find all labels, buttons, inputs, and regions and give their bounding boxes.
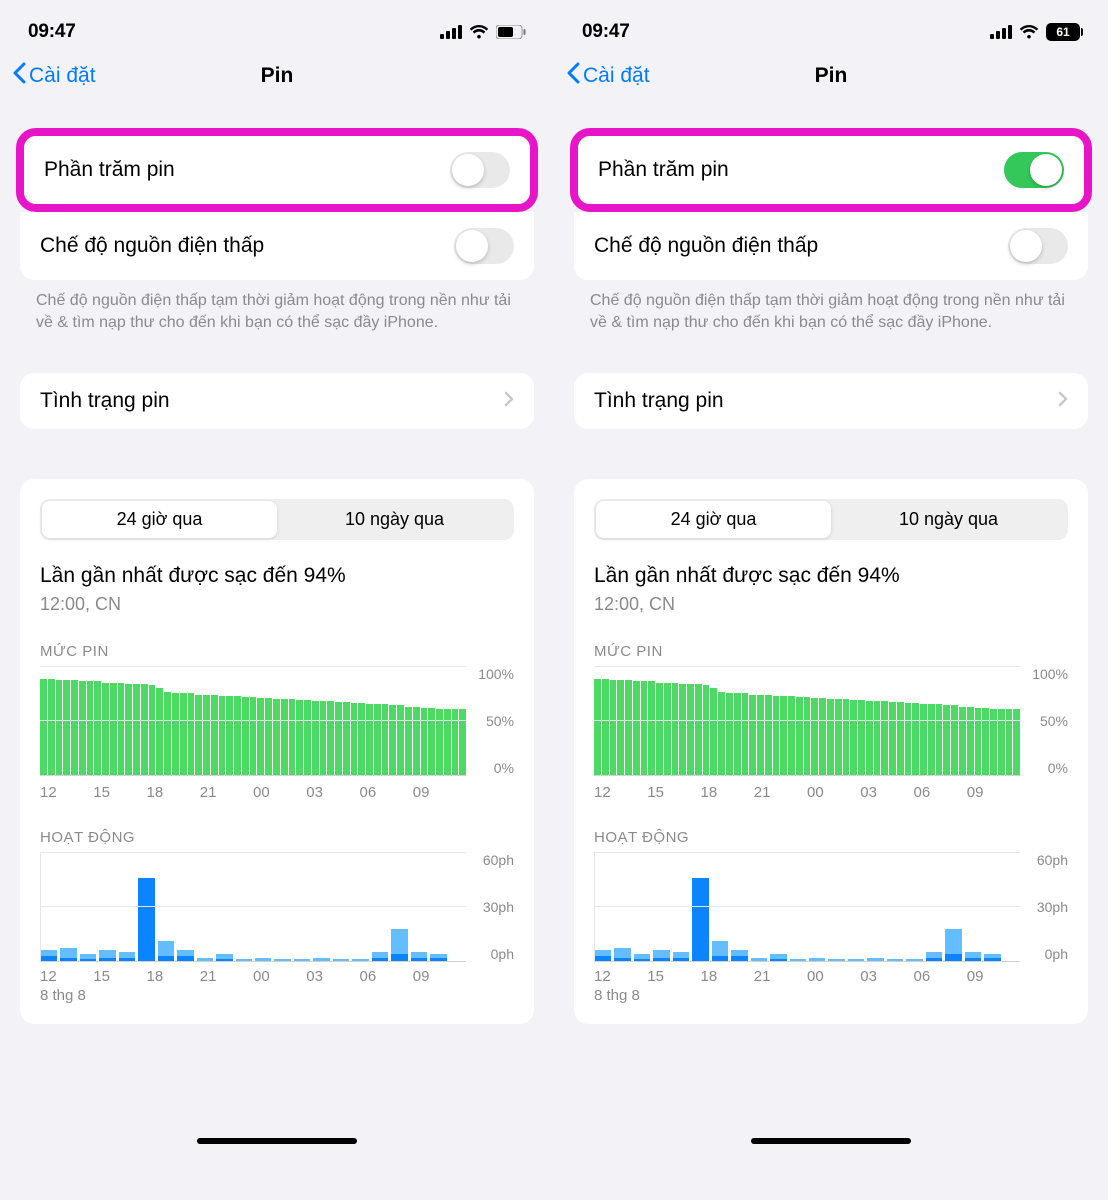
battery-percent-cell[interactable]: Phần trăm pin	[24, 136, 530, 204]
battery-percent-label: Phần trăm pin	[598, 158, 729, 182]
activity-section-label: HOẠT ĐỘNG	[40, 829, 514, 846]
status-time: 09:47	[28, 21, 76, 43]
activity-chart: 60ph30ph0ph	[594, 852, 1068, 962]
low-power-label: Chế độ nguồn điện thấp	[40, 234, 264, 258]
back-label: Cài đặt	[583, 64, 650, 88]
low-power-footer: Chế độ nguồn điện thấp tạm thời giảm hoạ…	[554, 280, 1108, 333]
status-bar: 09:47 61	[554, 0, 1108, 54]
cellular-icon	[990, 25, 1012, 39]
wifi-icon	[469, 25, 489, 39]
status-time: 09:47	[582, 21, 630, 43]
last-charge-sub: 12:00, CN	[40, 594, 514, 615]
battery-health-label: Tình trạng pin	[594, 389, 724, 413]
cellular-icon	[440, 25, 462, 39]
nav-bar: Cài đặt Pin	[554, 54, 1108, 98]
low-power-footer: Chế độ nguồn điện thấp tạm thời giảm hoạ…	[0, 280, 554, 333]
low-power-toggle[interactable]	[454, 228, 514, 264]
time-segment[interactable]: 24 giờ qua 10 ngày qua	[594, 499, 1068, 540]
battery-level-chart: 100%50%0%	[594, 666, 1068, 776]
low-power-cell[interactable]: Chế độ nguồn điện thấp	[20, 212, 534, 280]
wifi-icon	[1019, 25, 1039, 39]
chevron-right-icon	[1058, 389, 1068, 413]
back-label: Cài đặt	[29, 64, 96, 88]
battery-percent-cell[interactable]: Phần trăm pin	[578, 136, 1084, 204]
time-segment[interactable]: 24 giờ qua 10 ngày qua	[40, 499, 514, 540]
phone-right: 09:47 61 Cài đặt Pin Phần trăm pin Chế đ…	[554, 0, 1108, 1200]
chevron-left-icon	[12, 62, 26, 90]
battery-level-chart: 100%50%0%	[40, 666, 514, 776]
battery-percent-toggle[interactable]	[450, 152, 510, 188]
nav-bar: Cài đặt Pin	[0, 54, 554, 98]
stats-card: 24 giờ qua 10 ngày qua Lần gần nhất được…	[574, 479, 1088, 1024]
back-button[interactable]: Cài đặt	[12, 62, 96, 90]
battery-percent-toggle[interactable]	[1004, 152, 1064, 188]
tab-24h[interactable]: 24 giờ qua	[596, 501, 831, 538]
last-charge-sub: 12:00, CN	[594, 594, 1068, 615]
activity-xaxis: 12151821000306098 thg 8	[594, 968, 1068, 1004]
status-bar: 09:47	[0, 0, 554, 54]
level-xaxis: 1215182100030609	[594, 784, 1068, 801]
back-button[interactable]: Cài đặt	[566, 62, 650, 90]
low-power-cell[interactable]: Chế độ nguồn điện thấp	[574, 212, 1088, 280]
activity-section-label: HOẠT ĐỘNG	[594, 829, 1068, 846]
tab-10d[interactable]: 10 ngày qua	[831, 501, 1066, 538]
level-xaxis: 1215182100030609	[40, 784, 514, 801]
battery-health-cell[interactable]: Tình trạng pin	[20, 373, 534, 429]
battery-health-label: Tình trạng pin	[40, 389, 170, 413]
level-section-label: MỨC PIN	[594, 643, 1068, 660]
low-power-toggle[interactable]	[1008, 228, 1068, 264]
level-section-label: MỨC PIN	[40, 643, 514, 660]
low-power-label: Chế độ nguồn điện thấp	[594, 234, 818, 258]
battery-percent-label: Phần trăm pin	[44, 158, 175, 182]
tab-24h[interactable]: 24 giờ qua	[42, 501, 277, 538]
last-charge-title: Lần gần nhất được sạc đến 94%	[40, 564, 514, 588]
highlight-frame: Phần trăm pin	[16, 128, 538, 212]
home-indicator[interactable]	[751, 1138, 911, 1144]
phone-left: 09:47 Cài đặt Pin Phần trăm pin Chế độ n…	[0, 0, 554, 1200]
home-indicator[interactable]	[197, 1138, 357, 1144]
stats-card: 24 giờ qua 10 ngày qua Lần gần nhất được…	[20, 479, 534, 1024]
activity-chart: 60ph30ph0ph	[40, 852, 514, 962]
highlight-frame: Phần trăm pin	[570, 128, 1092, 212]
chevron-right-icon	[504, 389, 514, 413]
battery-percent-icon: 61	[1046, 23, 1080, 41]
last-charge-title: Lần gần nhất được sạc đến 94%	[594, 564, 1068, 588]
activity-xaxis: 12151821000306098 thg 8	[40, 968, 514, 1004]
battery-health-cell[interactable]: Tình trạng pin	[574, 373, 1088, 429]
battery-icon	[496, 25, 526, 39]
tab-10d[interactable]: 10 ngày qua	[277, 501, 512, 538]
chevron-left-icon	[566, 62, 580, 90]
